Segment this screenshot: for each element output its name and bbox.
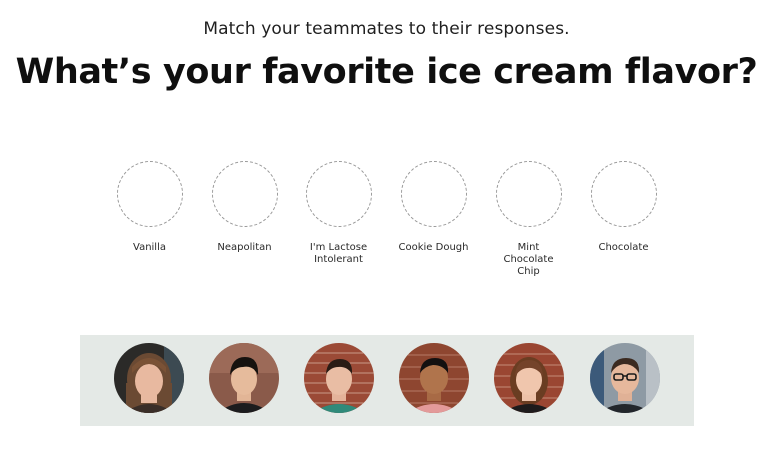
teammate-photo (209, 343, 279, 413)
answer-slot-chocolate[interactable]: Chocolate (576, 161, 671, 254)
teammate-avatar-4[interactable] (399, 343, 469, 413)
drop-target-circle[interactable] (305, 161, 372, 227)
question-title: What’s your favorite ice cream flavor? (15, 52, 758, 92)
answer-label: Cookie Dough (398, 242, 469, 253)
teammate-avatar-1[interactable] (114, 343, 184, 413)
answer-label: I'm Lactose Intolerant (309, 242, 368, 265)
answer-label: Mint Chocolate Chip (503, 242, 554, 277)
drop-target-circle[interactable] (495, 161, 562, 227)
answer-slot-mint-chocolate-chip[interactable]: Mint Chocolate Chip (481, 161, 576, 278)
teammate-photo (114, 343, 184, 413)
answer-label: Neapolitan (217, 242, 272, 253)
answer-slots: Vanilla Neapolitan I'm Lactose Intoleran… (0, 161, 773, 301)
answer-slot-vanilla[interactable]: Vanilla (102, 161, 197, 254)
drop-target-circle[interactable] (116, 161, 183, 227)
answer-slot-lactose-intolerant[interactable]: I'm Lactose Intolerant (291, 161, 386, 266)
teammate-avatar-5[interactable] (494, 343, 564, 413)
answer-slot-cookie-dough[interactable]: Cookie Dough (386, 161, 481, 254)
teammate-avatar-6[interactable] (590, 343, 660, 413)
teammate-avatar-2[interactable] (209, 343, 279, 413)
answer-slot-neapolitan[interactable]: Neapolitan (197, 161, 292, 254)
answer-label: Vanilla (133, 242, 166, 253)
teammate-photo (399, 343, 469, 413)
teammate-photo (494, 343, 564, 413)
instruction-text: Match your teammates to their responses. (203, 19, 570, 39)
teammate-photo (590, 343, 660, 413)
teammate-photo (304, 343, 374, 413)
drop-target-circle[interactable] (211, 161, 278, 227)
drop-target-circle[interactable] (400, 161, 467, 227)
teammate-avatar-3[interactable] (304, 343, 374, 413)
drop-target-circle[interactable] (590, 161, 657, 227)
answer-label: Chocolate (598, 242, 649, 253)
